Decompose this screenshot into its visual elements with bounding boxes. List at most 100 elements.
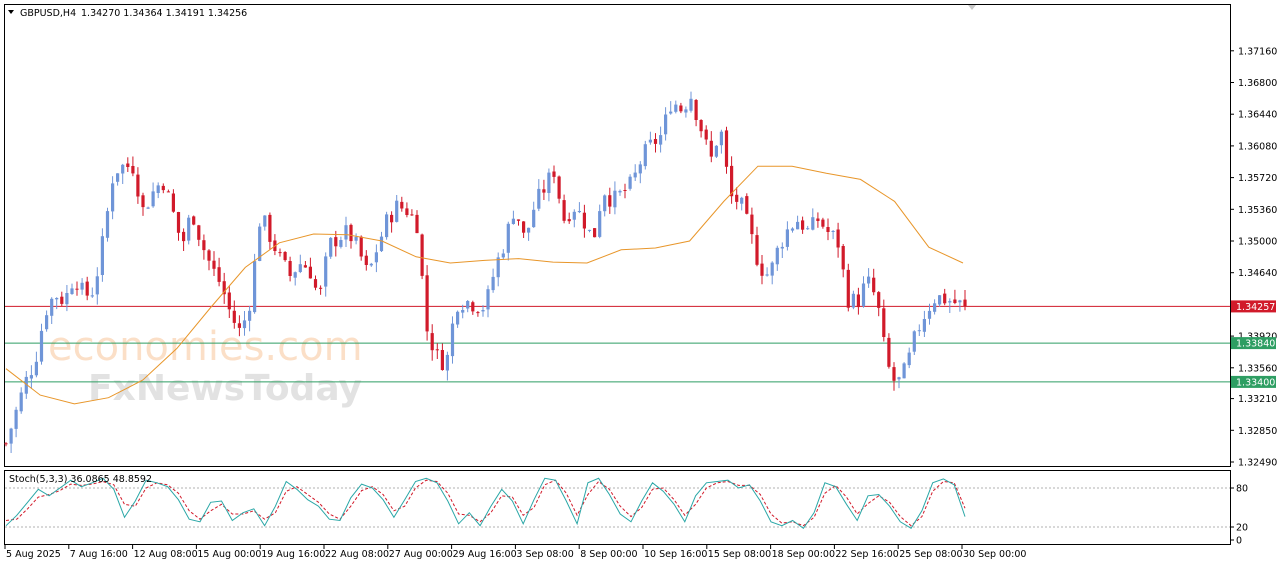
- bear-candle: [278, 252, 282, 254]
- bull-candle: [613, 190, 617, 208]
- bull-candle: [344, 225, 348, 240]
- bear-candle: [522, 221, 526, 233]
- bull-candle: [922, 319, 926, 332]
- symbol-header: GBPUSD,H4: [20, 8, 76, 19]
- stochastic-panel-frame: [4, 470, 1231, 545]
- bull-candle: [572, 211, 576, 220]
- bull-candle: [659, 135, 663, 145]
- bear-candle: [516, 219, 521, 221]
- bear-candle: [4, 443, 8, 445]
- time-tick-label: 19 Aug 16:00: [261, 549, 325, 560]
- bear-candle: [552, 171, 556, 177]
- bull-candle: [121, 164, 125, 174]
- bear-candle: [755, 235, 759, 265]
- bear-candle: [400, 201, 404, 209]
- dropdown-triangle-icon[interactable]: [8, 10, 14, 14]
- price-tick-label: 1.33560: [1238, 363, 1277, 374]
- stoch-tick-label: 0: [1236, 536, 1242, 547]
- bear-candle: [801, 220, 805, 230]
- bull-candle: [861, 283, 866, 307]
- bull-candle: [461, 310, 465, 313]
- time-tick-label: 18 Sep 00:00: [772, 549, 835, 560]
- level-tags: 1.34257 1.33840 1.33400: [1231, 300, 1276, 388]
- bull-candle: [740, 197, 744, 204]
- price-tick-label: 1.32490: [1238, 458, 1277, 469]
- bull-candle: [496, 257, 500, 278]
- bear-candle: [557, 176, 561, 199]
- bull-candle: [146, 207, 150, 209]
- bear-candle: [430, 333, 434, 351]
- bear-candle: [887, 337, 891, 367]
- bull-candle: [70, 288, 74, 294]
- bear-candle: [202, 240, 206, 251]
- bear-candle: [390, 214, 394, 223]
- bull-candle: [491, 276, 495, 291]
- price-tick-label: 1.35000: [1238, 237, 1277, 248]
- price-tick-label: 1.36440: [1238, 110, 1277, 121]
- bear-candle: [349, 224, 353, 242]
- bull-candle: [50, 298, 54, 316]
- bear-candle: [410, 214, 414, 216]
- bear-candle: [963, 299, 967, 307]
- bull-candle: [34, 361, 38, 376]
- price-tick-label: 1.35360: [1238, 205, 1277, 216]
- bear-candle: [161, 185, 165, 191]
- bear-candle: [308, 266, 312, 279]
- price-tick-label: 1.35720: [1238, 173, 1277, 184]
- bull-candle: [456, 311, 460, 325]
- bear-candle: [420, 234, 424, 276]
- bull-candle: [324, 256, 328, 287]
- bear-candle: [760, 263, 764, 276]
- bull-candle: [537, 188, 541, 209]
- bear-candle: [562, 200, 566, 221]
- chart-canvas: economies.com FxNewsToday 1.37160 1.36800…: [4, 4, 1277, 560]
- time-axis: 5 Aug 2025 7 Aug 16:00 12 Aug 08:00 15 Aug …: [4, 545, 1026, 560]
- time-tick-label: 5 Aug 2025: [6, 549, 61, 560]
- bull-candle: [80, 282, 84, 290]
- bear-candle: [724, 130, 729, 167]
- bear-candle: [836, 229, 840, 248]
- bull-candle: [948, 301, 952, 303]
- bear-candle: [334, 237, 338, 247]
- bear-candle: [283, 252, 287, 261]
- bear-candle: [405, 208, 409, 215]
- bull-candle: [933, 303, 937, 312]
- bear-candle: [593, 228, 597, 238]
- stoch-tick-label: 80: [1236, 484, 1248, 495]
- time-tick-label: 22 Sep 16:00: [835, 549, 898, 560]
- bull-candle: [9, 428, 13, 444]
- bull-candle: [385, 214, 389, 238]
- stochastic-oscillator: [5, 477, 1230, 530]
- stoch-tick-label: 20: [1236, 523, 1248, 534]
- bear-candle: [85, 281, 89, 296]
- bull-candle: [90, 295, 94, 297]
- bear-candle: [212, 260, 216, 269]
- bear-candle: [232, 310, 236, 323]
- bull-candle: [253, 261, 257, 313]
- bear-candle: [75, 288, 79, 290]
- time-tick-label: 3 Sep 08:00: [516, 549, 573, 560]
- bull-candle: [628, 176, 632, 189]
- bear-candle: [608, 195, 612, 207]
- bull-candle: [511, 218, 515, 224]
- bear-candle: [268, 214, 272, 242]
- bear-candle: [567, 219, 571, 222]
- price-tick-label: 1.34640: [1238, 268, 1277, 279]
- level-tag-label: 1.34257: [1236, 302, 1275, 313]
- bull-candle: [293, 272, 297, 278]
- bull-candle: [902, 363, 906, 379]
- time-tick-label: 7 Aug 16:00: [70, 549, 128, 560]
- bear-candle: [826, 227, 830, 232]
- bear-candle: [313, 279, 318, 288]
- stochastic-header: Stoch(5,3,3) 36.0865 48.8592: [9, 474, 152, 485]
- bull-candle: [19, 392, 23, 412]
- bear-candle: [171, 193, 175, 212]
- bull-candle: [633, 172, 637, 178]
- bear-candle: [303, 265, 307, 268]
- time-tick-label: 15 Sep 08:00: [708, 549, 771, 560]
- time-tick-label: 29 Aug 16:00: [453, 549, 517, 560]
- time-tick-label: 8 Sep 00:00: [580, 549, 637, 560]
- bull-candle: [719, 131, 723, 146]
- shift-marker-icon[interactable]: [968, 5, 976, 10]
- bear-candle: [623, 190, 627, 191]
